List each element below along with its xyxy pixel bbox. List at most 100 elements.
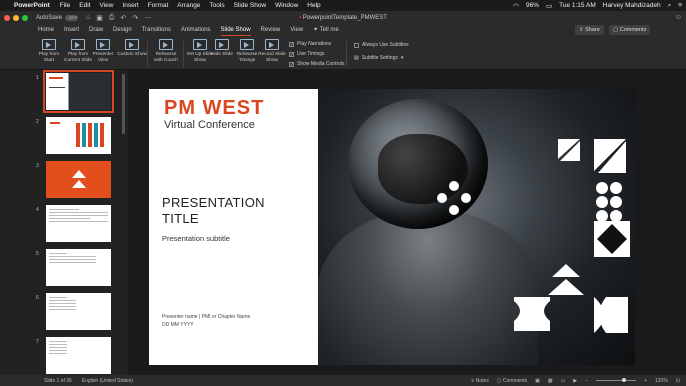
tab-home[interactable]: Home: [38, 24, 54, 37]
use-timings-checkbox[interactable]: ✓ Use Timings: [289, 51, 325, 57]
menu-view[interactable]: View: [99, 2, 113, 9]
menu-insert[interactable]: Insert: [122, 2, 138, 9]
menu-format[interactable]: Format: [148, 2, 169, 9]
wifi-icon[interactable]: ◠: [513, 2, 519, 10]
geometric-graphics: [437, 139, 630, 333]
thumbnail-row[interactable]: 6: [0, 293, 120, 335]
user-name[interactable]: Harvey Mahdizadeh: [603, 2, 661, 9]
smiley-icon[interactable]: ☺: [675, 14, 682, 21]
redo-icon[interactable]: ↷: [132, 14, 138, 22]
comments-button[interactable]: ▢ Comments: [609, 25, 651, 35]
tab-animations[interactable]: Animations: [181, 24, 211, 37]
slide-logo-subtitle[interactable]: Virtual Conference: [164, 119, 255, 131]
slide-sorter-icon[interactable]: ▦: [548, 378, 553, 384]
astronaut-photo[interactable]: [318, 89, 635, 365]
status-comments-button[interactable]: ▢ Comments: [497, 378, 527, 384]
thumbnail-row[interactable]: 4: [0, 205, 120, 247]
language[interactable]: English (United States): [82, 378, 133, 384]
share-label: Share: [585, 27, 600, 33]
thumbnail-row[interactable]: 3: [0, 161, 120, 203]
status-controls: ≡ Notes ▢ Comments ▣ ▦ ▭ ▶ − + 120% ⊡: [471, 378, 680, 384]
clock[interactable]: Tue 1:15 AM: [559, 2, 596, 9]
custom-show-button[interactable]: Custom Show: [117, 39, 147, 58]
thumbnail-row[interactable]: 1: [0, 70, 120, 115]
record-slide-show-button[interactable]: Record Slide Show: [257, 39, 287, 63]
presenter-info[interactable]: Presenter name | PMI or Chapter Name: [162, 314, 250, 320]
slide-thumbnail[interactable]: [46, 117, 111, 154]
thumbnail-row[interactable]: 7: [0, 337, 120, 375]
share-button[interactable]: ⇪ Share: [575, 25, 604, 35]
fit-to-window-icon[interactable]: ⊡: [676, 378, 680, 384]
control-center-icon[interactable]: ≡: [678, 2, 682, 9]
menu-bar: PowerPoint File Edit View Insert Format …: [0, 0, 686, 11]
slide-thumbnail[interactable]: [46, 337, 111, 374]
menu-edit[interactable]: Edit: [79, 2, 90, 9]
customize-icon[interactable]: ⋯: [144, 14, 151, 22]
menu-help[interactable]: Help: [307, 2, 320, 9]
thumbnails-scrollbar[interactable]: [122, 74, 125, 134]
slide-date[interactable]: DD MM YYYY: [162, 322, 194, 328]
minimize-window-button[interactable]: [13, 14, 19, 21]
save-icon[interactable]: ▣: [96, 14, 103, 22]
tab-view[interactable]: View: [290, 24, 303, 37]
tab-transitions[interactable]: Transitions: [142, 24, 171, 37]
current-slide[interactable]: PM WEST Virtual Conference PRESENTATION …: [149, 89, 635, 365]
slide-thumbnail[interactable]: [46, 249, 111, 286]
battery-percent[interactable]: 96%: [526, 2, 539, 9]
checkmark-icon: ✓: [289, 51, 294, 57]
show-media-controls-checkbox[interactable]: ✓ Show Media Controls: [289, 61, 345, 67]
zoom-slider[interactable]: [596, 378, 637, 382]
always-use-subtitles-checkbox[interactable]: Always Use Subtitles: [354, 42, 409, 48]
close-window-button[interactable]: [4, 14, 10, 21]
custom-show-label: Custom Show: [117, 52, 147, 57]
thumbnail-row[interactable]: 5: [0, 249, 120, 291]
tab-insert[interactable]: Insert: [64, 24, 79, 37]
tell-me[interactable]: ✦ Tell me: [313, 24, 339, 37]
slide-thumbnail[interactable]: [46, 205, 111, 242]
tell-me-label: Tell me: [319, 27, 339, 33]
slideshow-view-icon[interactable]: ▶: [573, 378, 577, 384]
slide-subtitle[interactable]: Presentation subtitle: [162, 234, 230, 243]
slide-logo[interactable]: PM WEST: [164, 97, 264, 120]
use-timings-label: Use Timings: [297, 51, 325, 57]
menu-window[interactable]: Window: [275, 2, 298, 9]
normal-view-icon[interactable]: ▣: [535, 378, 540, 384]
thumbnail-row[interactable]: 2: [0, 117, 120, 159]
slide-title[interactable]: PRESENTATION TITLE: [162, 195, 265, 227]
rehearse-with-coach-button[interactable]: Rehearse with Coach: [151, 39, 181, 63]
menu-file[interactable]: File: [60, 2, 70, 9]
slide-thumbnail[interactable]: [43, 70, 114, 113]
status-comments-label: Comments: [502, 377, 528, 384]
menu-tools[interactable]: Tools: [209, 2, 224, 9]
zoom-level[interactable]: 120%: [655, 378, 668, 384]
notes-button[interactable]: ≡ Notes: [471, 378, 488, 384]
subtitle-settings-dropdown[interactable]: ▤ Subtitle Settings ▾: [354, 55, 403, 61]
slide-thumbnail[interactable]: [46, 293, 111, 330]
zoom-out-icon[interactable]: −: [585, 378, 588, 384]
unchecked-box: [354, 42, 359, 48]
tab-review[interactable]: Review: [261, 24, 281, 37]
autosave-toggle[interactable]: OFF: [65, 14, 79, 21]
zoom-in-icon[interactable]: +: [644, 378, 647, 384]
ribbon-tabs: Home Insert Draw Design Transitions Anim…: [0, 24, 686, 37]
tab-draw[interactable]: Draw: [89, 24, 103, 37]
slide-thumbnail[interactable]: [46, 161, 111, 198]
reading-view-icon[interactable]: ▭: [561, 378, 566, 384]
app-name[interactable]: PowerPoint: [14, 2, 50, 9]
undo-icon[interactable]: ↶: [121, 14, 127, 22]
play-from-start-button[interactable]: Play from Start: [34, 39, 64, 63]
search-icon[interactable]: ⌕: [668, 2, 672, 10]
tab-slide-show[interactable]: Slide Show: [220, 24, 251, 37]
play-narrations-checkbox[interactable]: ✓ Play Narrations: [289, 41, 331, 47]
menu-slide-show[interactable]: Slide Show: [234, 2, 267, 9]
thumb-text-lines: [49, 297, 108, 312]
zoom-slider-thumb[interactable]: [622, 378, 627, 382]
tab-design[interactable]: Design: [113, 24, 132, 37]
menu-arrange[interactable]: Arrange: [177, 2, 200, 9]
print-icon[interactable]: ⎙: [109, 14, 115, 22]
home-icon[interactable]: ⌂: [86, 14, 90, 22]
presenter-view-button[interactable]: Presenter View: [88, 39, 118, 63]
titlebar-tools: ☺: [675, 14, 682, 21]
zoom-window-button[interactable]: [22, 14, 28, 21]
battery-icon[interactable]: ▭: [546, 2, 552, 10]
